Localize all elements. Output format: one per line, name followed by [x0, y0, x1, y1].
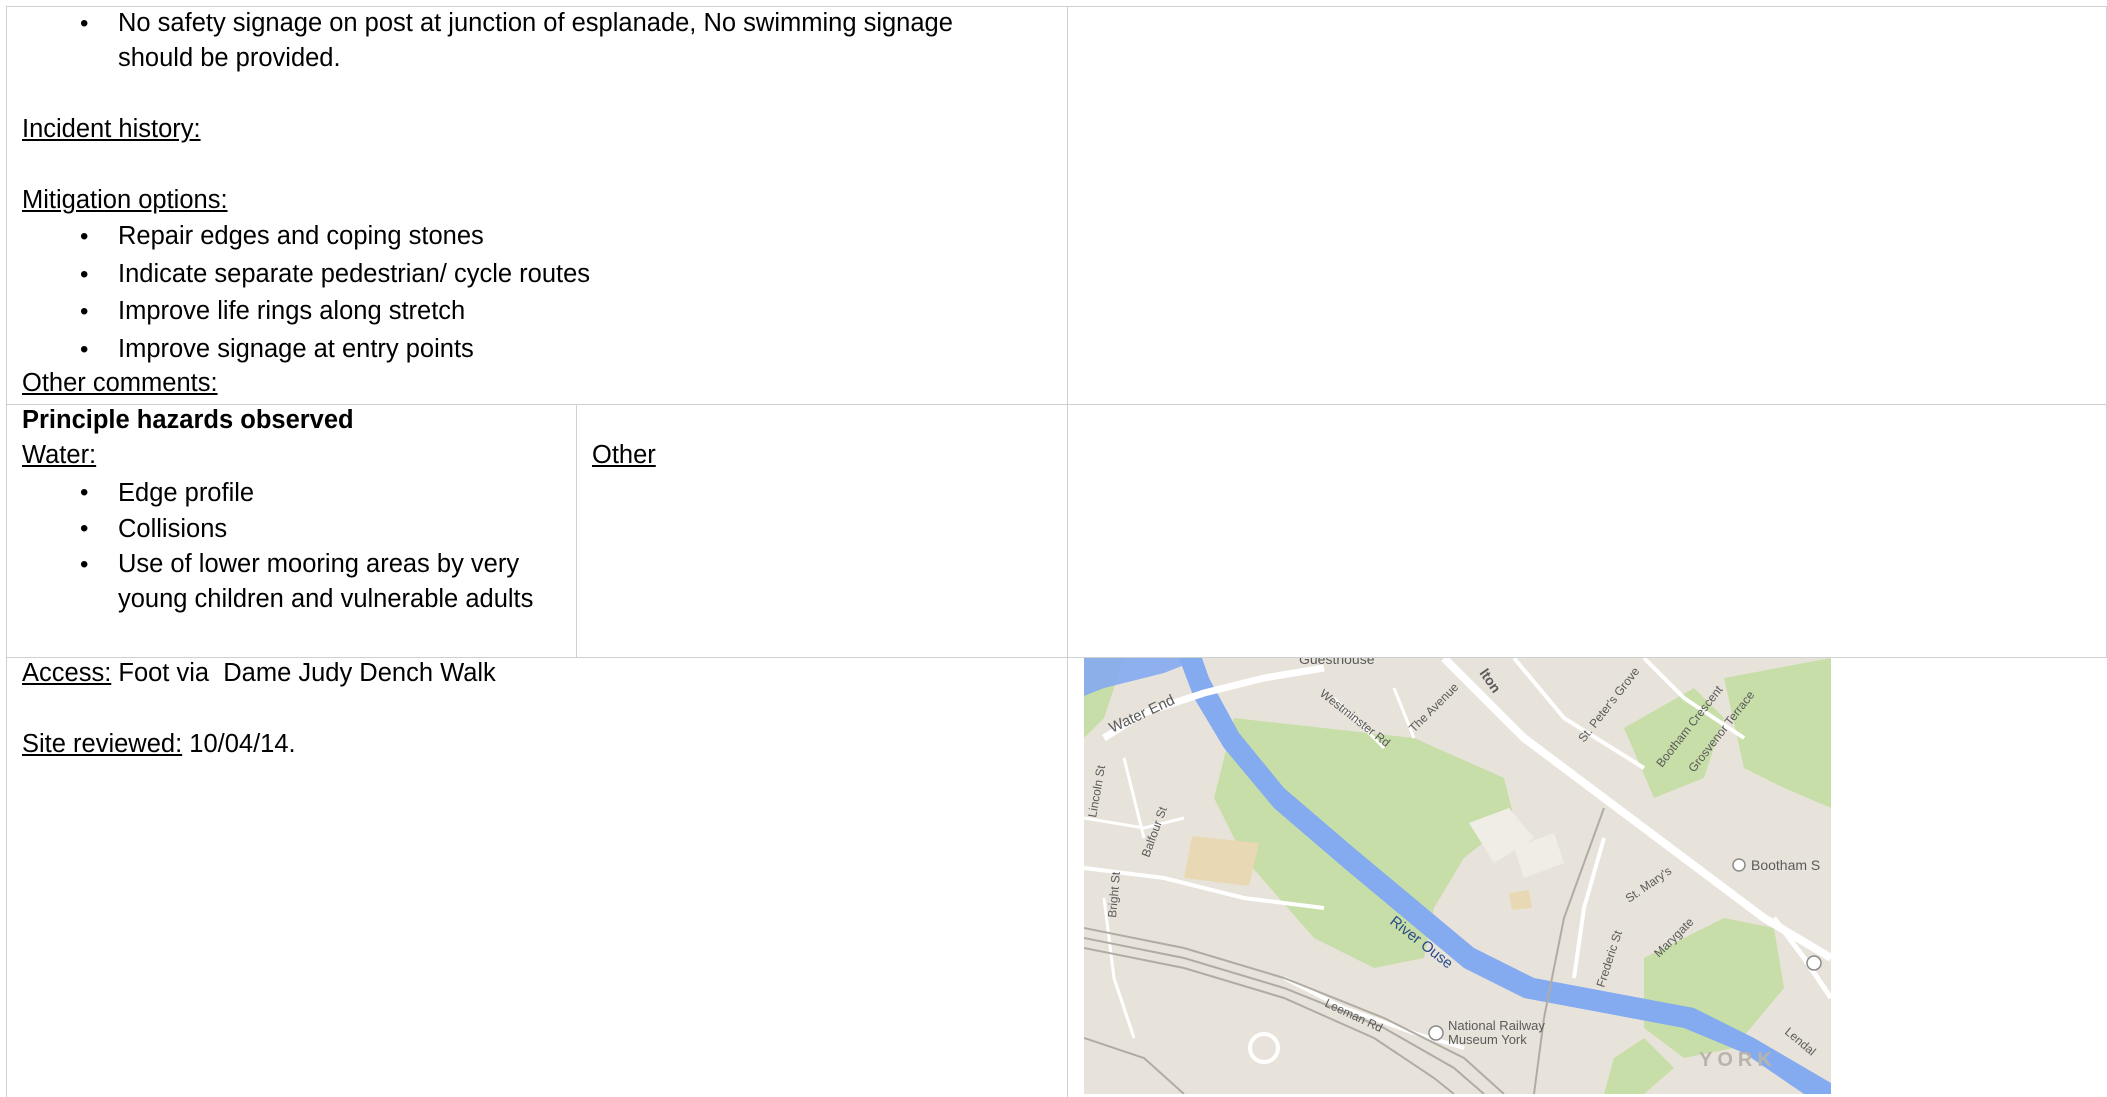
city-label: YORK	[1699, 1049, 1777, 1071]
access-line: Access: Foot via Dame Judy Dench Walk	[22, 656, 496, 691]
row1-right-cell	[1067, 6, 2107, 404]
site-reviewed-label: Site reviewed:	[22, 730, 183, 758]
water-label: Water:	[22, 441, 97, 469]
hazard-item-text: Use of lower mooring areas by very	[118, 550, 520, 578]
site-reviewed-line: Site reviewed: 10/04/14.	[22, 727, 296, 762]
mitigation-item-text: Improve life rings along stretch	[118, 297, 466, 325]
map-label: Guesthouse	[1299, 658, 1375, 667]
hazard-item-text-continued: young children and vulnerable adults	[118, 585, 534, 613]
mitigation-label: Mitigation options:	[22, 186, 228, 214]
list-item: Use of lower mooring areas by very young…	[22, 547, 533, 617]
mitigation-item-text: Improve signage at entry points	[118, 334, 474, 363]
list-item: No safety signage on post at junction of…	[22, 6, 953, 76]
bullet-line-1: No safety signage on post at junction of…	[118, 9, 953, 37]
list-item: Collisions	[22, 511, 533, 547]
hazards-heading: Principle hazards observed	[22, 406, 354, 434]
other-comments-label: Other comments:	[22, 369, 218, 397]
list-item: Improve life rings along stretch	[22, 293, 590, 331]
access-value: Foot via Dame Judy Dench Walk	[111, 659, 496, 687]
mitigation-item-text: Indicate separate pedestrian/ cycle rout…	[118, 259, 591, 288]
site-reviewed-value: 10/04/14.	[182, 730, 296, 758]
poi-icon	[1806, 955, 1822, 971]
water-hazards-list: Edge profile Collisions Use of lower moo…	[22, 475, 533, 617]
bullet-line-2: should be provided.	[118, 44, 341, 72]
mitigation-item-text: Repair edges and coping stones	[118, 222, 484, 250]
list-item: Repair edges and coping stones	[22, 218, 590, 256]
poi-icon	[1732, 858, 1746, 872]
incident-history-label: Incident history:	[22, 115, 201, 143]
list-item: Improve signage at entry points	[22, 331, 590, 369]
row2-right-cell	[1067, 404, 2107, 657]
map-label: Bootham S	[1751, 857, 1820, 873]
site-map: Guesthouse lton Water End Westminster Rd…	[1084, 658, 1831, 1094]
museum-icon	[1428, 1025, 1444, 1041]
hazard-item-text: Collisions	[118, 515, 228, 543]
map-graphic: Guesthouse lton Water End Westminster Rd…	[1084, 658, 1831, 1094]
map-label: National Railway	[1448, 1018, 1545, 1033]
hazard-item-text: Edge profile	[118, 479, 255, 507]
continued-bullet-list: No safety signage on post at junction of…	[22, 6, 953, 76]
map-label: Museum York	[1448, 1032, 1527, 1047]
list-item: Edge profile	[22, 475, 533, 511]
mitigation-list: Repair edges and coping stones Indicate …	[22, 218, 590, 368]
row3-left-cell	[6, 657, 1067, 1097]
access-label: Access:	[22, 659, 112, 687]
list-item: Indicate separate pedestrian/ cycle rout…	[22, 256, 590, 294]
other-label: Other	[592, 441, 656, 469]
